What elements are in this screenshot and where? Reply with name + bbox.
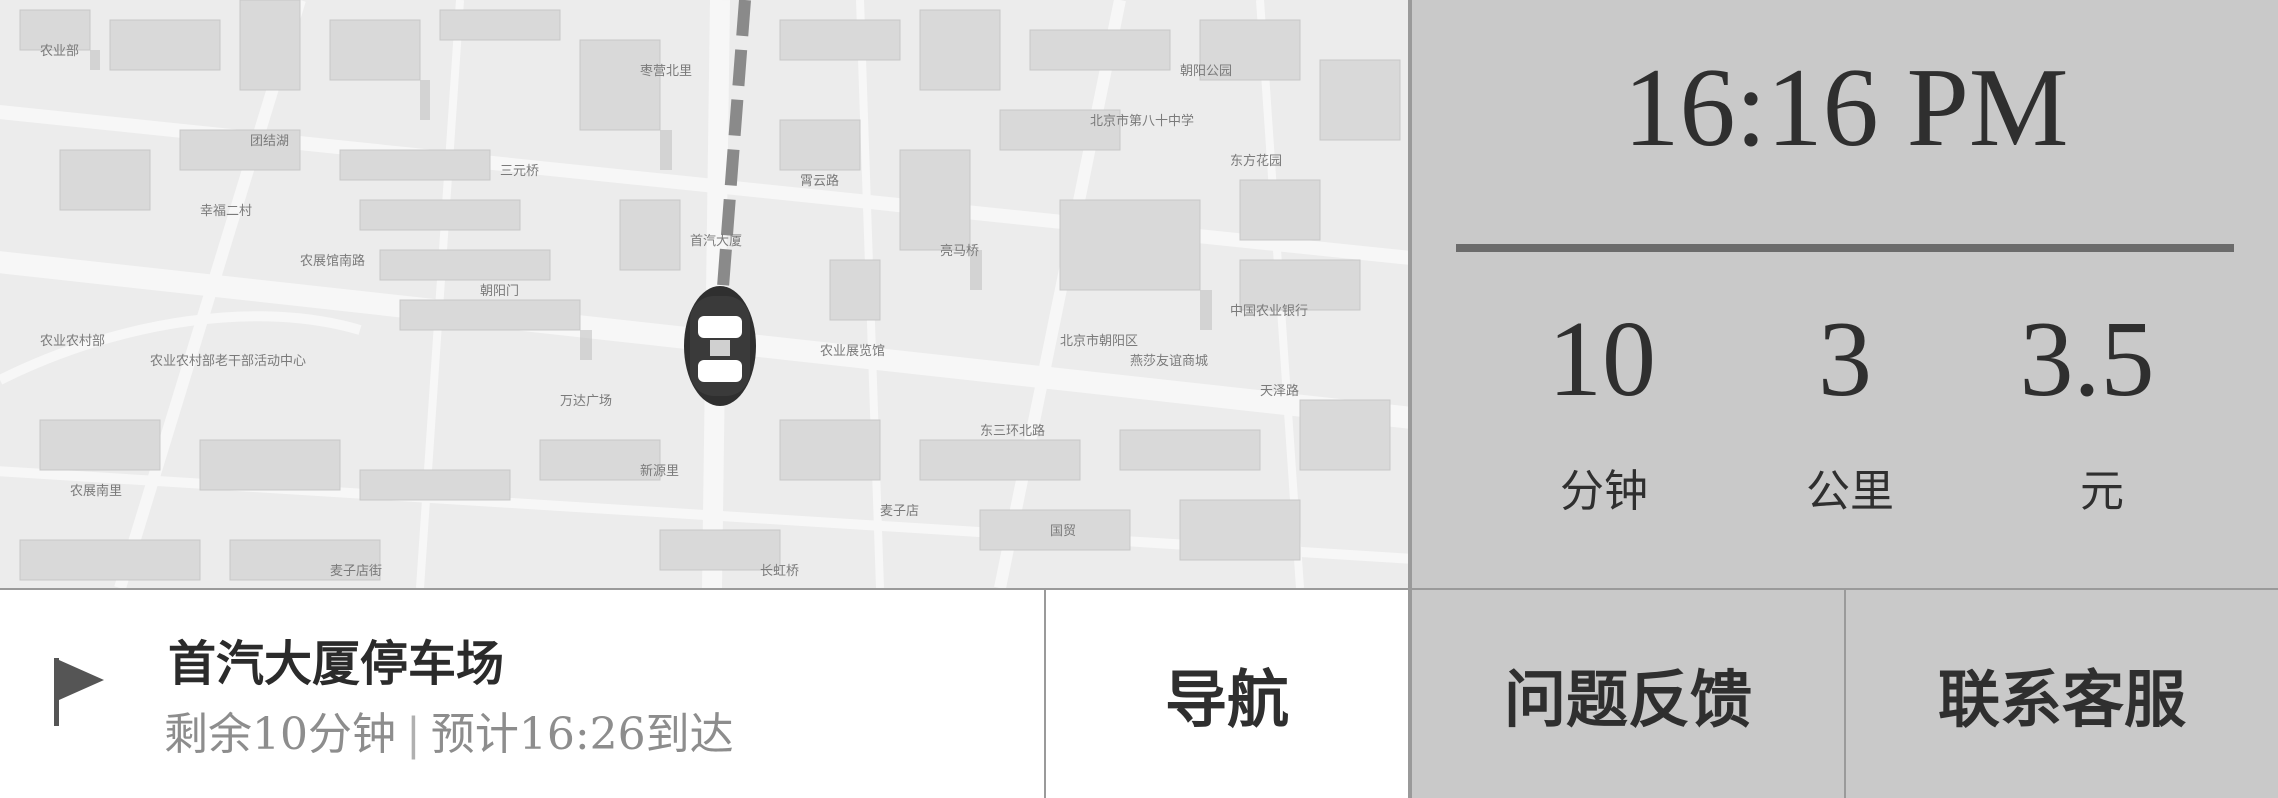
map-label: 三元桥 [500, 164, 540, 179]
map-label: 东方花园 [1230, 154, 1283, 169]
stat-distance-unit: 公里 [1806, 466, 1894, 517]
map-view[interactable]: 农业部北京市第八十中学东方花园中国农业银行农业农村部 首汽大厦农业农村部老干部活动… [0, 0, 1410, 588]
map-label: 霄云路 [800, 174, 840, 189]
map-label: 长虹桥 [760, 564, 800, 579]
map-label: 首汽大厦 [690, 234, 743, 249]
map-label: 燕莎友谊商城 [1130, 354, 1209, 369]
eta-separator: | [406, 709, 421, 760]
map-label: 亮马桥 [940, 244, 980, 259]
remaining-time: 剩余10分钟 [164, 709, 396, 760]
destination-name: 首汽大厦停车场 [168, 636, 505, 692]
contact-support-button-label: 联系客服 [1937, 663, 2186, 736]
stat-distance-value: 3 [1818, 300, 1872, 419]
map-label: 东三环北路 [980, 424, 1046, 439]
navigate-button-label: 导航 [1164, 663, 1289, 736]
map-label: 农业展览馆 [820, 344, 886, 359]
map-label: 北京市第八十中学 [1090, 114, 1195, 129]
contact-support-button[interactable]: 联系客服 [1846, 588, 2278, 798]
divider [1456, 244, 2234, 252]
map-label: 麦子店街 [330, 564, 383, 579]
feedback-button-label: 问题反馈 [1503, 663, 1752, 736]
current-time: 16:16 PM [1623, 46, 2069, 170]
destination-panel[interactable]: 首汽大厦停车场 剩余10分钟 | 预计16:26到达 [0, 588, 1046, 798]
map-label: 农业农村部 [40, 334, 106, 349]
map-label: 万达广场 [560, 394, 613, 409]
map-label: 幸福二村 [200, 204, 253, 219]
stat-fare-unit: 元 [2080, 466, 2124, 517]
arrival-time: 预计16:26到达 [430, 709, 734, 760]
flag-icon [54, 658, 104, 726]
map-label: 北京市朝阳区 [1060, 334, 1139, 349]
navigate-button[interactable]: 导航 [1046, 588, 1410, 798]
map-label: 农业部 [40, 44, 80, 59]
stat-minutes-unit: 分钟 [1560, 466, 1648, 517]
map-label: 农展南里 [70, 484, 123, 499]
map-label: 农业农村部老干部活动中心 [150, 354, 307, 369]
map-label: 天泽路 [1260, 384, 1300, 399]
map-canvas [0, 0, 1408, 588]
map-label: 枣营北里 [640, 64, 693, 79]
map-label: 中国农业银行 [1230, 304, 1309, 319]
stat-minutes-value: 10 [1548, 300, 1656, 419]
map-label: 农展馆南路 [300, 254, 366, 269]
feedback-button[interactable]: 问题反馈 [1410, 588, 1846, 798]
car-icon [684, 286, 756, 406]
stat-fare-value: 3.5 [2019, 300, 2155, 419]
destination-eta: 剩余10分钟 | 预计16:26到达 [164, 698, 734, 762]
map-label: 新源里 [640, 464, 680, 479]
map-label: 国贸 [1050, 524, 1077, 539]
map-label: 团结湖 [250, 134, 290, 149]
trip-info-panel: 16:16 PM 10 分钟 3 公里 3.5 元 [1410, 0, 2278, 588]
map-label: 朝阳门 [480, 284, 520, 299]
map-label: 朝阳公园 [1180, 64, 1233, 79]
map-label: 麦子店 [880, 504, 920, 519]
